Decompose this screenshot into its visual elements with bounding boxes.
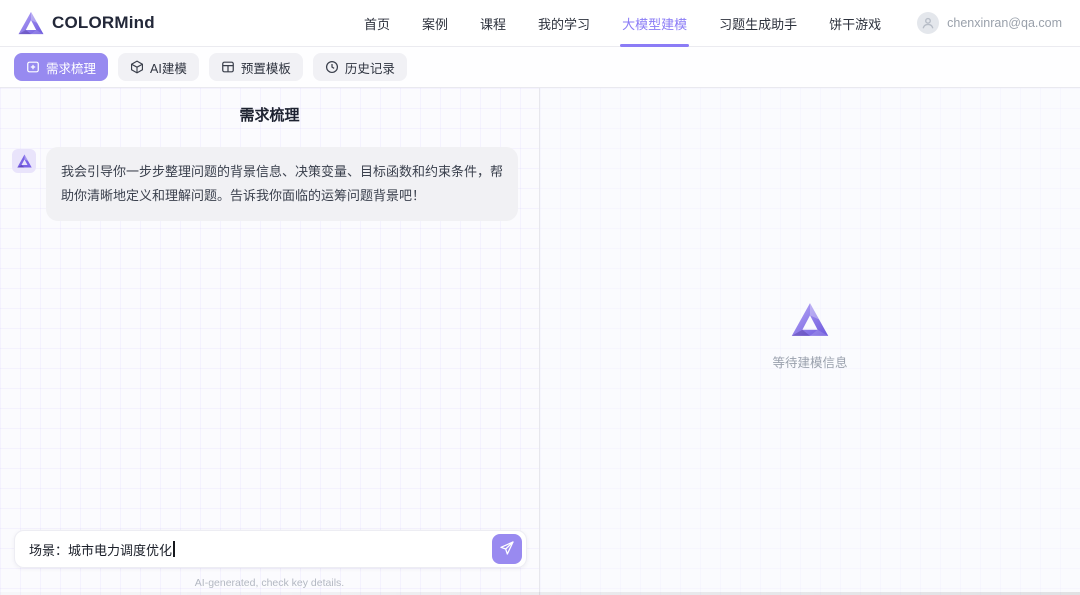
tool-button-label: AI建模 xyxy=(150,61,187,76)
assistant-avatar xyxy=(12,149,36,173)
brand-name: COLORMind xyxy=(52,13,155,32)
colormind-logo-icon xyxy=(791,302,829,342)
user-email: chenxinran@qa.com xyxy=(947,16,1062,30)
tool-button-2[interactable]: AI建模 xyxy=(118,53,199,81)
nav-item-4[interactable]: 我的学习 xyxy=(522,0,606,47)
text-caret xyxy=(173,541,175,557)
nav-item-6[interactable]: 习题生成助手 xyxy=(703,0,813,47)
scenario-input-value: 场景：城市电力调度优化 xyxy=(29,542,173,558)
cube-icon xyxy=(130,60,144,74)
user-account[interactable]: chenxinran@qa.com xyxy=(917,12,1062,34)
tool-button-3[interactable]: 预置模板 xyxy=(208,53,303,81)
person-icon xyxy=(917,12,940,34)
tool-button-label: 预置模板 xyxy=(240,61,291,76)
send-button[interactable] xyxy=(492,534,522,564)
ai-disclaimer: AI-generated, check key details. xyxy=(194,577,345,589)
empty-state: 等待建模信息 xyxy=(772,302,848,371)
nav-item-1[interactable]: 首页 xyxy=(348,0,406,47)
brand[interactable]: COLORMind xyxy=(18,11,258,35)
tool-button-label: 历史记录 xyxy=(344,61,395,76)
main-content: 需求梳理 我会引导你一步步整理问题的背景信息、决策变量、目标函数和约束条件，帮助… xyxy=(0,88,1080,595)
scenario-input[interactable]: 场景：城市电力调度优化 xyxy=(14,530,527,568)
nav-item-7[interactable]: 饼干游戏 xyxy=(813,0,897,47)
tool-button-label: 需求梳理 xyxy=(46,61,97,76)
chat-messages: 我会引导你一步步整理问题的背景信息、决策变量、目标函数和约束条件，帮助你清晰地定… xyxy=(0,125,539,222)
nav-item-5-active[interactable]: 大模型建模 xyxy=(606,0,703,47)
nav-item-3[interactable]: 课程 xyxy=(464,0,522,47)
colormind-logo-icon xyxy=(18,11,44,35)
clock-icon xyxy=(325,60,339,74)
modeling-panel: 等待建模信息 xyxy=(540,88,1080,595)
main-nav: 首页 案例 课程 我的学习 大模型建模 习题生成助手 饼干游戏 xyxy=(348,0,897,47)
chat-message-assistant: 我会引导你一步步整理问题的背景信息、决策变量、目标函数和约束条件，帮助你清晰地定… xyxy=(12,147,527,222)
message-bubble: 我会引导你一步步整理问题的背景信息、决策变量、目标函数和约束条件，帮助你清晰地定… xyxy=(46,147,518,222)
nav-item-2[interactable]: 案例 xyxy=(406,0,464,47)
app-header: COLORMind 首页 案例 课程 我的学习 大模型建模 习题生成助手 饼干游戏 chen… xyxy=(0,0,1080,47)
empty-state-text: 等待建模信息 xyxy=(772,356,848,370)
tool-button-4[interactable]: 历史记录 xyxy=(312,53,407,81)
toolbar: 需求梳理 AI建模 预置模板 历史记录 xyxy=(0,47,1080,88)
requirements-panel: 需求梳理 我会引导你一步步整理问题的背景信息、决策变量、目标函数和约束条件，帮助… xyxy=(0,88,540,595)
panel-title: 需求梳理 xyxy=(239,107,300,124)
paper-plane-icon xyxy=(499,540,515,559)
tool-button-1[interactable]: 需求梳理 xyxy=(14,53,109,81)
message-plus-icon xyxy=(26,60,40,74)
template-icon xyxy=(221,60,235,74)
